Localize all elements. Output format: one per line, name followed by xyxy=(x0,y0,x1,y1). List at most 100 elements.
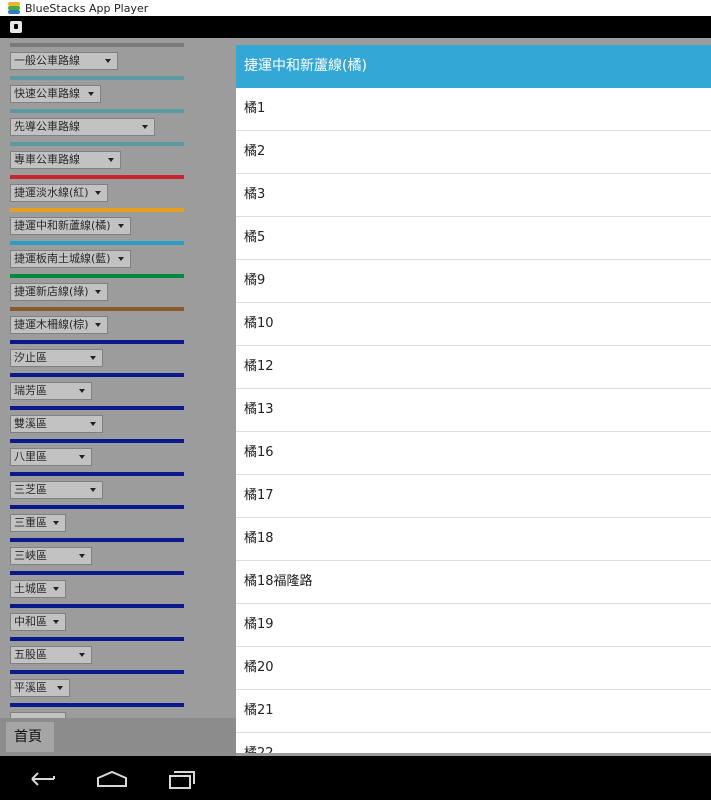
route-category-spinner[interactable]: 專車公車路線 xyxy=(10,151,121,169)
route-color-bar xyxy=(10,703,184,707)
dropdown-arrow-icon xyxy=(105,59,111,63)
route-option-item[interactable]: 橘19 xyxy=(236,604,711,647)
dropdown-arrow-icon xyxy=(95,191,101,195)
dropdown-arrow-icon xyxy=(53,521,59,525)
route-color-bar xyxy=(10,241,184,245)
route-color-bar xyxy=(10,472,184,476)
route-option-item[interactable]: 橘17 xyxy=(236,475,711,518)
route-category-spinner[interactable]: 五股區 xyxy=(10,646,92,664)
route-category-row: 捷運板南土城線(藍) xyxy=(10,241,184,274)
route-color-bar xyxy=(10,175,184,179)
spinner-label: 快速公車路線 xyxy=(14,87,80,100)
route-category-spinner[interactable]: 三芝區 xyxy=(10,481,103,499)
route-color-bar xyxy=(10,76,184,80)
route-color-bar xyxy=(10,109,184,113)
route-category-spinner[interactable]: 捷運板南土城線(藍) xyxy=(10,250,131,268)
route-option-item[interactable]: 橘3 xyxy=(236,174,711,217)
route-category-row: 捷運中和新蘆線(橘) xyxy=(10,208,184,241)
route-picker-dialog: 捷運中和新蘆線(橘) 橘1 橘2 橘3 橘5 橘9 橘10 橘12 橘13 橘16 橘17 橘18 橘… xyxy=(236,45,711,753)
dropdown-arrow-icon xyxy=(88,92,94,96)
route-category-row: 捷運淡水線(紅) xyxy=(10,175,184,208)
route-category-spinner[interactable]: 汐止區 xyxy=(10,349,103,367)
route-option-item[interactable]: 橘22 xyxy=(236,733,711,753)
route-category-row: 快速公車路線 xyxy=(10,76,184,109)
back-icon[interactable] xyxy=(28,770,58,788)
dropdown-arrow-icon xyxy=(53,620,59,624)
route-category-row: 五股區 xyxy=(10,637,184,670)
dropdown-arrow-icon xyxy=(79,455,85,459)
route-category-list: 一般公車路線快速公車路線先導公車路線專車公車路線 捷運淡水線(紅) 捷運中和新蘆線(… xyxy=(0,38,190,730)
spinner-label: 專車公車路線 xyxy=(14,153,80,166)
route-option-item[interactable]: 橘12 xyxy=(236,346,711,389)
route-category-spinner[interactable]: 三峽區 xyxy=(10,547,92,565)
route-category-row: 瑞芳區 xyxy=(10,373,184,406)
route-color-bar xyxy=(10,142,184,146)
recents-icon[interactable] xyxy=(167,770,197,790)
dropdown-arrow-icon xyxy=(118,257,124,261)
route-category-spinner[interactable]: 雙溪區 xyxy=(10,415,103,433)
dropdown-arrow-icon xyxy=(79,389,85,393)
route-option-item[interactable]: 橘18 xyxy=(236,518,711,561)
spinner-label: 捷運板南土城線(藍) xyxy=(14,252,111,265)
route-option-item[interactable]: 橘1 xyxy=(236,88,711,131)
spinner-label: 雙溪區 xyxy=(14,417,47,430)
route-color-bar xyxy=(10,340,184,344)
route-option-item[interactable]: 橘18福隆路 xyxy=(236,561,711,604)
route-color-bar xyxy=(10,373,184,377)
route-option-item[interactable]: 橘2 xyxy=(236,131,711,174)
route-category-spinner[interactable]: 瑞芳區 xyxy=(10,382,92,400)
dropdown-arrow-icon xyxy=(90,422,96,426)
route-option-item[interactable]: 橘20 xyxy=(236,647,711,690)
route-category-spinner[interactable]: 三重區 xyxy=(10,514,66,532)
route-color-bar xyxy=(10,43,184,47)
spinner-label: 捷運新店線(綠) xyxy=(14,285,89,298)
route-category-spinner[interactable]: 捷運淡水線(紅) xyxy=(10,184,108,202)
route-category-row: 專車公車路線 xyxy=(10,142,184,175)
dropdown-arrow-icon xyxy=(142,125,148,129)
dropdown-arrow-icon xyxy=(79,554,85,558)
route-color-bar xyxy=(10,406,184,410)
spinner-label: 三峽區 xyxy=(14,549,47,562)
route-color-bar xyxy=(10,307,184,311)
dialog-title: 捷運中和新蘆線(橘) xyxy=(236,45,711,88)
home-icon[interactable] xyxy=(95,770,129,788)
route-category-row: 三重區 xyxy=(10,505,184,538)
spinner-label: 中和區 xyxy=(14,615,47,628)
route-color-bar xyxy=(10,571,184,575)
route-color-bar xyxy=(10,505,184,509)
dropdown-arrow-icon xyxy=(95,290,101,294)
route-category-spinner[interactable]: 中和區 xyxy=(10,613,66,631)
route-category-spinner[interactable]: 平溪區 xyxy=(10,679,70,697)
route-option-item[interactable]: 橘21 xyxy=(236,690,711,733)
route-category-row: 雙溪區 xyxy=(10,406,184,439)
route-option-item[interactable]: 橘16 xyxy=(236,432,711,475)
spinner-label: 三芝區 xyxy=(14,483,47,496)
route-option-item[interactable]: 橘9 xyxy=(236,260,711,303)
route-category-spinner[interactable]: 捷運木柵線(棕) xyxy=(10,316,108,334)
spinner-label: 三重區 xyxy=(14,516,47,529)
route-category-spinner[interactable]: 土城區 xyxy=(10,580,66,598)
route-category-row: 先導公車路線 xyxy=(10,109,184,142)
window-title-bar: BlueStacks App Player xyxy=(0,0,711,16)
route-option-item[interactable]: 橘13 xyxy=(236,389,711,432)
route-color-bar xyxy=(10,538,184,542)
spinner-label: 捷運木柵線(棕) xyxy=(14,318,89,331)
route-category-spinner[interactable]: 捷運新店線(綠) xyxy=(10,283,108,301)
route-option-item[interactable]: 橘10 xyxy=(236,303,711,346)
route-category-spinner[interactable]: 八里區 xyxy=(10,448,92,466)
route-category-row: 平溪區 xyxy=(10,670,184,703)
dropdown-arrow-icon xyxy=(79,653,85,657)
route-category-spinner[interactable]: 一般公車路線 xyxy=(10,52,118,70)
route-color-bar xyxy=(10,208,184,212)
route-option-item[interactable]: 橘5 xyxy=(236,217,711,260)
route-color-bar xyxy=(10,604,184,608)
route-category-row: 八里區 xyxy=(10,439,184,472)
route-color-bar xyxy=(10,439,184,443)
route-category-spinner[interactable]: 先導公車路線 xyxy=(10,118,155,136)
route-category-spinner[interactable]: 捷運中和新蘆線(橘) xyxy=(10,217,131,235)
route-category-row: 一般公車路線 xyxy=(10,43,184,76)
route-color-bar xyxy=(10,637,184,641)
spinner-label: 捷運淡水線(紅) xyxy=(14,186,89,199)
home-button[interactable]: 首頁 xyxy=(6,722,54,752)
route-category-spinner[interactable]: 快速公車路線 xyxy=(10,85,101,103)
